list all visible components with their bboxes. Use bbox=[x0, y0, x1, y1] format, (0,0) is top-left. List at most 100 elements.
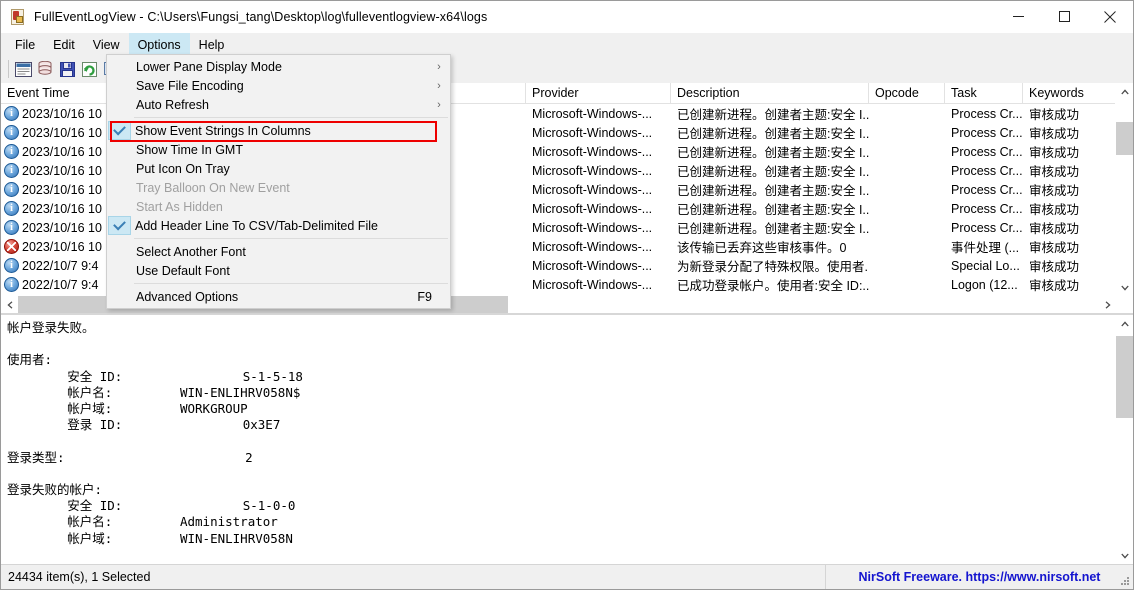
close-icon[interactable] bbox=[1087, 1, 1133, 32]
cell-event-time: 2023/10/16 10 bbox=[1, 182, 113, 197]
listview-vertical-scrollbar[interactable] bbox=[1115, 83, 1133, 296]
menu-item-start-as-hidden: Start As Hidden bbox=[107, 197, 450, 216]
information-icon bbox=[4, 277, 19, 292]
cell-keywords: 审核成功 bbox=[1029, 184, 1080, 198]
menu-item-label: Save File Encoding bbox=[136, 78, 244, 93]
menu-item-label: Auto Refresh bbox=[136, 97, 209, 112]
status-nirsoft-link[interactable]: NirSoft Freeware. https://www.nirsoft.ne… bbox=[826, 565, 1133, 589]
cell-description: 为新登录分配了特殊权限。使用者... bbox=[677, 260, 869, 274]
menu-help[interactable]: Help bbox=[190, 33, 234, 56]
detail-vertical-scrollbar[interactable] bbox=[1115, 315, 1133, 564]
menu-item-show-time-in-gmt[interactable]: Show Time In GMT bbox=[107, 140, 450, 159]
toolbar-separator bbox=[8, 60, 9, 78]
menu-item-put-icon-on-tray[interactable]: Put Icon On Tray bbox=[107, 159, 450, 178]
menu-item-lower-pane-display-mode[interactable]: Lower Pane Display Mode › bbox=[107, 57, 450, 76]
cell-provider: Microsoft-Windows-... bbox=[532, 239, 653, 254]
checkmark-placeholder bbox=[107, 76, 132, 95]
save-icon[interactable] bbox=[56, 58, 78, 80]
event-detail-pane[interactable]: 帐户登录失败。 使用者: 安全 ID: S-1-5-18 帐户名: WIN-EN… bbox=[1, 314, 1133, 564]
menu-item-show-event-strings-in-columns[interactable]: Show Event Strings In Columns bbox=[107, 121, 450, 140]
cell-description: 已创建新进程。创建者主题:安全 I... bbox=[677, 108, 869, 122]
menu-item-label: Lower Pane Display Mode bbox=[136, 59, 282, 74]
menu-edit[interactable]: Edit bbox=[44, 33, 84, 56]
window-title: FullEventLogView - C:\Users\Fungsi_tang\… bbox=[34, 9, 488, 24]
error-icon bbox=[4, 239, 19, 254]
cell-event-time: 2023/10/16 10 bbox=[1, 201, 113, 216]
maximize-icon[interactable] bbox=[1041, 1, 1087, 32]
menu-item-save-file-encoding[interactable]: Save File Encoding › bbox=[107, 76, 450, 95]
menu-separator bbox=[134, 238, 448, 239]
column-header-keywords[interactable]: Keywords bbox=[1023, 83, 1118, 103]
options-dropdown-menu[interactable]: Lower Pane Display Mode › Save File Encodi… bbox=[106, 54, 451, 309]
checkmark-placeholder bbox=[107, 57, 132, 76]
event-time-text: 2023/10/16 10 bbox=[22, 201, 102, 216]
menu-options[interactable]: Options bbox=[128, 33, 190, 56]
menu-view[interactable]: View bbox=[84, 33, 129, 56]
event-time-text: 2023/10/16 10 bbox=[22, 220, 102, 235]
cell-keywords: 审核成功 bbox=[1029, 241, 1080, 255]
scroll-down-icon[interactable] bbox=[1116, 279, 1133, 296]
resize-grip-icon[interactable] bbox=[1118, 574, 1130, 586]
scroll-right-icon[interactable] bbox=[1099, 296, 1116, 313]
menu-bar: File Edit View Options Help bbox=[1, 33, 1133, 56]
menu-item-select-another-font[interactable]: Select Another Font bbox=[107, 242, 450, 261]
window-controls bbox=[995, 1, 1133, 32]
scroll-left-icon[interactable] bbox=[1, 296, 18, 313]
cell-keywords: 审核成功 bbox=[1029, 222, 1080, 236]
column-header-provider[interactable]: Provider bbox=[526, 83, 671, 103]
event-time-text: 2022/10/7 9:4 bbox=[22, 258, 99, 273]
cell-description: 已创建新进程。创建者主题:安全 I... bbox=[677, 222, 869, 236]
cell-description: 已创建新进程。创建者主题:安全 I... bbox=[677, 203, 869, 217]
scroll-up-icon[interactable] bbox=[1116, 83, 1133, 100]
refresh-icon[interactable] bbox=[78, 58, 100, 80]
database-icon[interactable] bbox=[34, 58, 56, 80]
column-header-task[interactable]: Task bbox=[945, 83, 1023, 103]
information-icon bbox=[4, 106, 19, 121]
cell-task: Process Cr... bbox=[951, 182, 1023, 197]
checkmark-placeholder bbox=[107, 261, 132, 280]
cell-keywords: 审核成功 bbox=[1029, 260, 1080, 274]
menu-item-label: Tray Balloon On New Event bbox=[136, 180, 290, 195]
column-header-event-time[interactable]: Event Time bbox=[1, 83, 113, 103]
listview-scroll-track[interactable] bbox=[1116, 100, 1133, 279]
cell-keywords: 审核成功 bbox=[1029, 279, 1080, 293]
column-header-5[interactable]: / bbox=[441, 83, 526, 103]
cell-event-time: 2023/10/16 10 bbox=[1, 106, 113, 121]
detail-scroll-down-icon[interactable] bbox=[1116, 547, 1133, 564]
cell-event-time: 2022/10/7 9:4 bbox=[1, 258, 113, 273]
cell-event-time: 2023/10/16 10 bbox=[1, 163, 113, 178]
menu-item-auto-refresh[interactable]: Auto Refresh › bbox=[107, 95, 450, 114]
minimize-icon[interactable] bbox=[995, 1, 1041, 32]
cell-event-time: 2023/10/16 10 bbox=[1, 125, 113, 140]
checkmark-placeholder bbox=[107, 178, 132, 197]
listview-scroll-thumb[interactable] bbox=[1116, 122, 1133, 155]
column-header-opcode[interactable]: Opcode bbox=[869, 83, 945, 103]
cell-keywords: 审核成功 bbox=[1029, 127, 1080, 141]
menu-item-use-default-font[interactable]: Use Default Font bbox=[107, 261, 450, 280]
app-shield-icon bbox=[10, 8, 26, 25]
menu-item-label: Show Event Strings In Columns bbox=[135, 123, 311, 138]
cell-description: 已创建新进程。创建者主题:安全 I... bbox=[677, 184, 869, 198]
information-icon bbox=[4, 125, 19, 140]
menu-item-label: Start As Hidden bbox=[136, 199, 223, 214]
menu-item-label: Advanced Options bbox=[136, 289, 239, 304]
information-icon bbox=[4, 144, 19, 159]
properties-icon[interactable] bbox=[12, 58, 34, 80]
cell-task: 事件处理 (... bbox=[951, 241, 1020, 255]
menu-item-label: Show Time In GMT bbox=[136, 142, 243, 157]
information-icon bbox=[4, 201, 19, 216]
detail-scroll-track[interactable] bbox=[1116, 332, 1133, 547]
cell-event-time: 2022/10/7 9:4 bbox=[1, 277, 113, 292]
cell-description: 已成功登录帐户。使用者:安全 ID:... bbox=[677, 279, 869, 293]
menu-item-advanced-options[interactable]: Advanced Options F9 bbox=[107, 287, 450, 306]
column-header-description[interactable]: Description bbox=[671, 83, 869, 103]
information-icon bbox=[4, 220, 19, 235]
detail-scroll-up-icon[interactable] bbox=[1116, 315, 1133, 332]
menu-file[interactable]: File bbox=[6, 33, 44, 56]
cell-event-time: 2023/10/16 10 bbox=[1, 239, 113, 254]
cell-keywords: 审核成功 bbox=[1029, 146, 1080, 160]
event-time-text: 2023/10/16 10 bbox=[22, 125, 102, 140]
detail-scroll-thumb[interactable] bbox=[1116, 336, 1133, 418]
information-icon bbox=[4, 258, 19, 273]
menu-item-add-header-line-to-csv-tab-delimited-file[interactable]: Add Header Line To CSV/Tab-Delimited Fil… bbox=[107, 216, 450, 235]
